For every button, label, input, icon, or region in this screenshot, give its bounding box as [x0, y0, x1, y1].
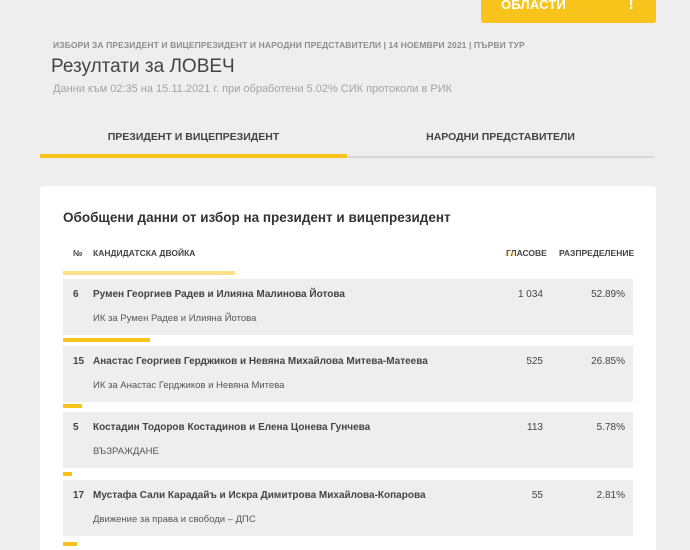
tab-president-label: ПРЕЗИДЕНТ И ВИЦЕПРЕЗИДЕНТ	[107, 131, 280, 143]
share-bar	[63, 271, 235, 275]
tab-parliament-label: НАРОДНИ ПРЕДСТАВИТЕЛИ	[426, 131, 575, 143]
share-bar	[63, 404, 82, 408]
vote-share: 26.85%	[591, 356, 625, 367]
regions-button-label: ОБЛАСТИ	[501, 0, 567, 12]
vote-count: 1 034	[517, 289, 543, 300]
table-row[interactable]: 15 Анастас Георгиев Герджиков и Невяна Ми…	[63, 346, 633, 402]
candidate-number: 5	[73, 422, 79, 433]
vote-count: 113	[527, 422, 543, 433]
nominating-committee: ИК за Анастас Герджиков и Невяна Митева	[93, 380, 285, 391]
alert-icon: !	[628, 0, 634, 13]
vote-count: 55	[531, 490, 543, 501]
data-timestamp: Данни към 02:35 на 15.11.2021 г. при обр…	[53, 83, 453, 95]
nominating-committee: Движение за права и свободи – ДПС	[93, 514, 256, 525]
sort-icon: ↑↓	[559, 248, 568, 258]
candidate-number: 15	[73, 356, 85, 367]
tab-parliament[interactable]: НАРОДНИ ПРЕДСТАВИТЕЛИ	[347, 118, 654, 156]
candidate-names: Мустафа Сали Карадайъ и Искра Димитрова …	[93, 490, 426, 501]
share-bar	[63, 472, 72, 476]
candidate-names: Румен Георгиев Радев и Илияна Малинова Й…	[93, 289, 345, 300]
table-row[interactable]: 5 Костадин Тодоров Костадинов и Елена Цон…	[63, 412, 633, 468]
summary-title: Обобщени данни от избор на президент и в…	[63, 210, 451, 225]
vote-count: 525	[526, 356, 543, 367]
election-subheading: ИЗБОРИ ЗА ПРЕЗИДЕНТ И ВИЦЕПРЕЗИДЕНТ И НА…	[53, 40, 525, 50]
sort-icon: ↑↓	[93, 248, 102, 258]
sort-icon: ↑↓	[73, 248, 82, 258]
page-title: Резултати за ЛОВЕЧ	[51, 56, 235, 77]
vote-share: 2.81%	[596, 490, 625, 501]
share-bar	[63, 542, 77, 546]
vote-share: 5.78%	[596, 422, 625, 433]
candidate-names: Анастас Георгиев Герджиков и Невяна Миха…	[93, 356, 428, 367]
tab-president[interactable]: ПРЕЗИДЕНТ И ВИЦЕПРЕЗИДЕНТ	[40, 118, 347, 158]
regions-button[interactable]: ОБЛАСТИ !	[481, 0, 656, 23]
table-header: № ↑↓ КАНДИДАТСКА ДВОЙКА ↑↓ ГЛАСОВЕ ↑↓ РАЗ…	[73, 248, 635, 258]
table-row[interactable]: 17 Мустафа Сали Карадайъ и Искра Димитров…	[63, 480, 633, 536]
share-bar	[63, 338, 150, 342]
summary-card: Обобщени данни от избор на президент и в…	[40, 186, 656, 550]
candidate-number: 17	[73, 490, 85, 501]
candidate-number: 6	[73, 289, 79, 300]
table-row[interactable]: 6 Румен Георгиев Радев и Илияна Малинова …	[63, 279, 633, 335]
nominating-committee: ВЪЗРАЖДАНЕ	[93, 446, 159, 457]
candidate-names: Костадин Тодоров Костадинов и Елена Цоне…	[93, 422, 371, 433]
vote-share: 52.89%	[591, 289, 625, 300]
sort-desc-icon: ↑↓	[506, 248, 515, 258]
nominating-committee: ИК за Румен Радев и Илияна Йотова	[93, 313, 257, 324]
election-tabs: ПРЕЗИДЕНТ И ВИЦЕПРЕЗИДЕНТ НАРОДНИ ПРЕДСТ…	[40, 118, 654, 158]
